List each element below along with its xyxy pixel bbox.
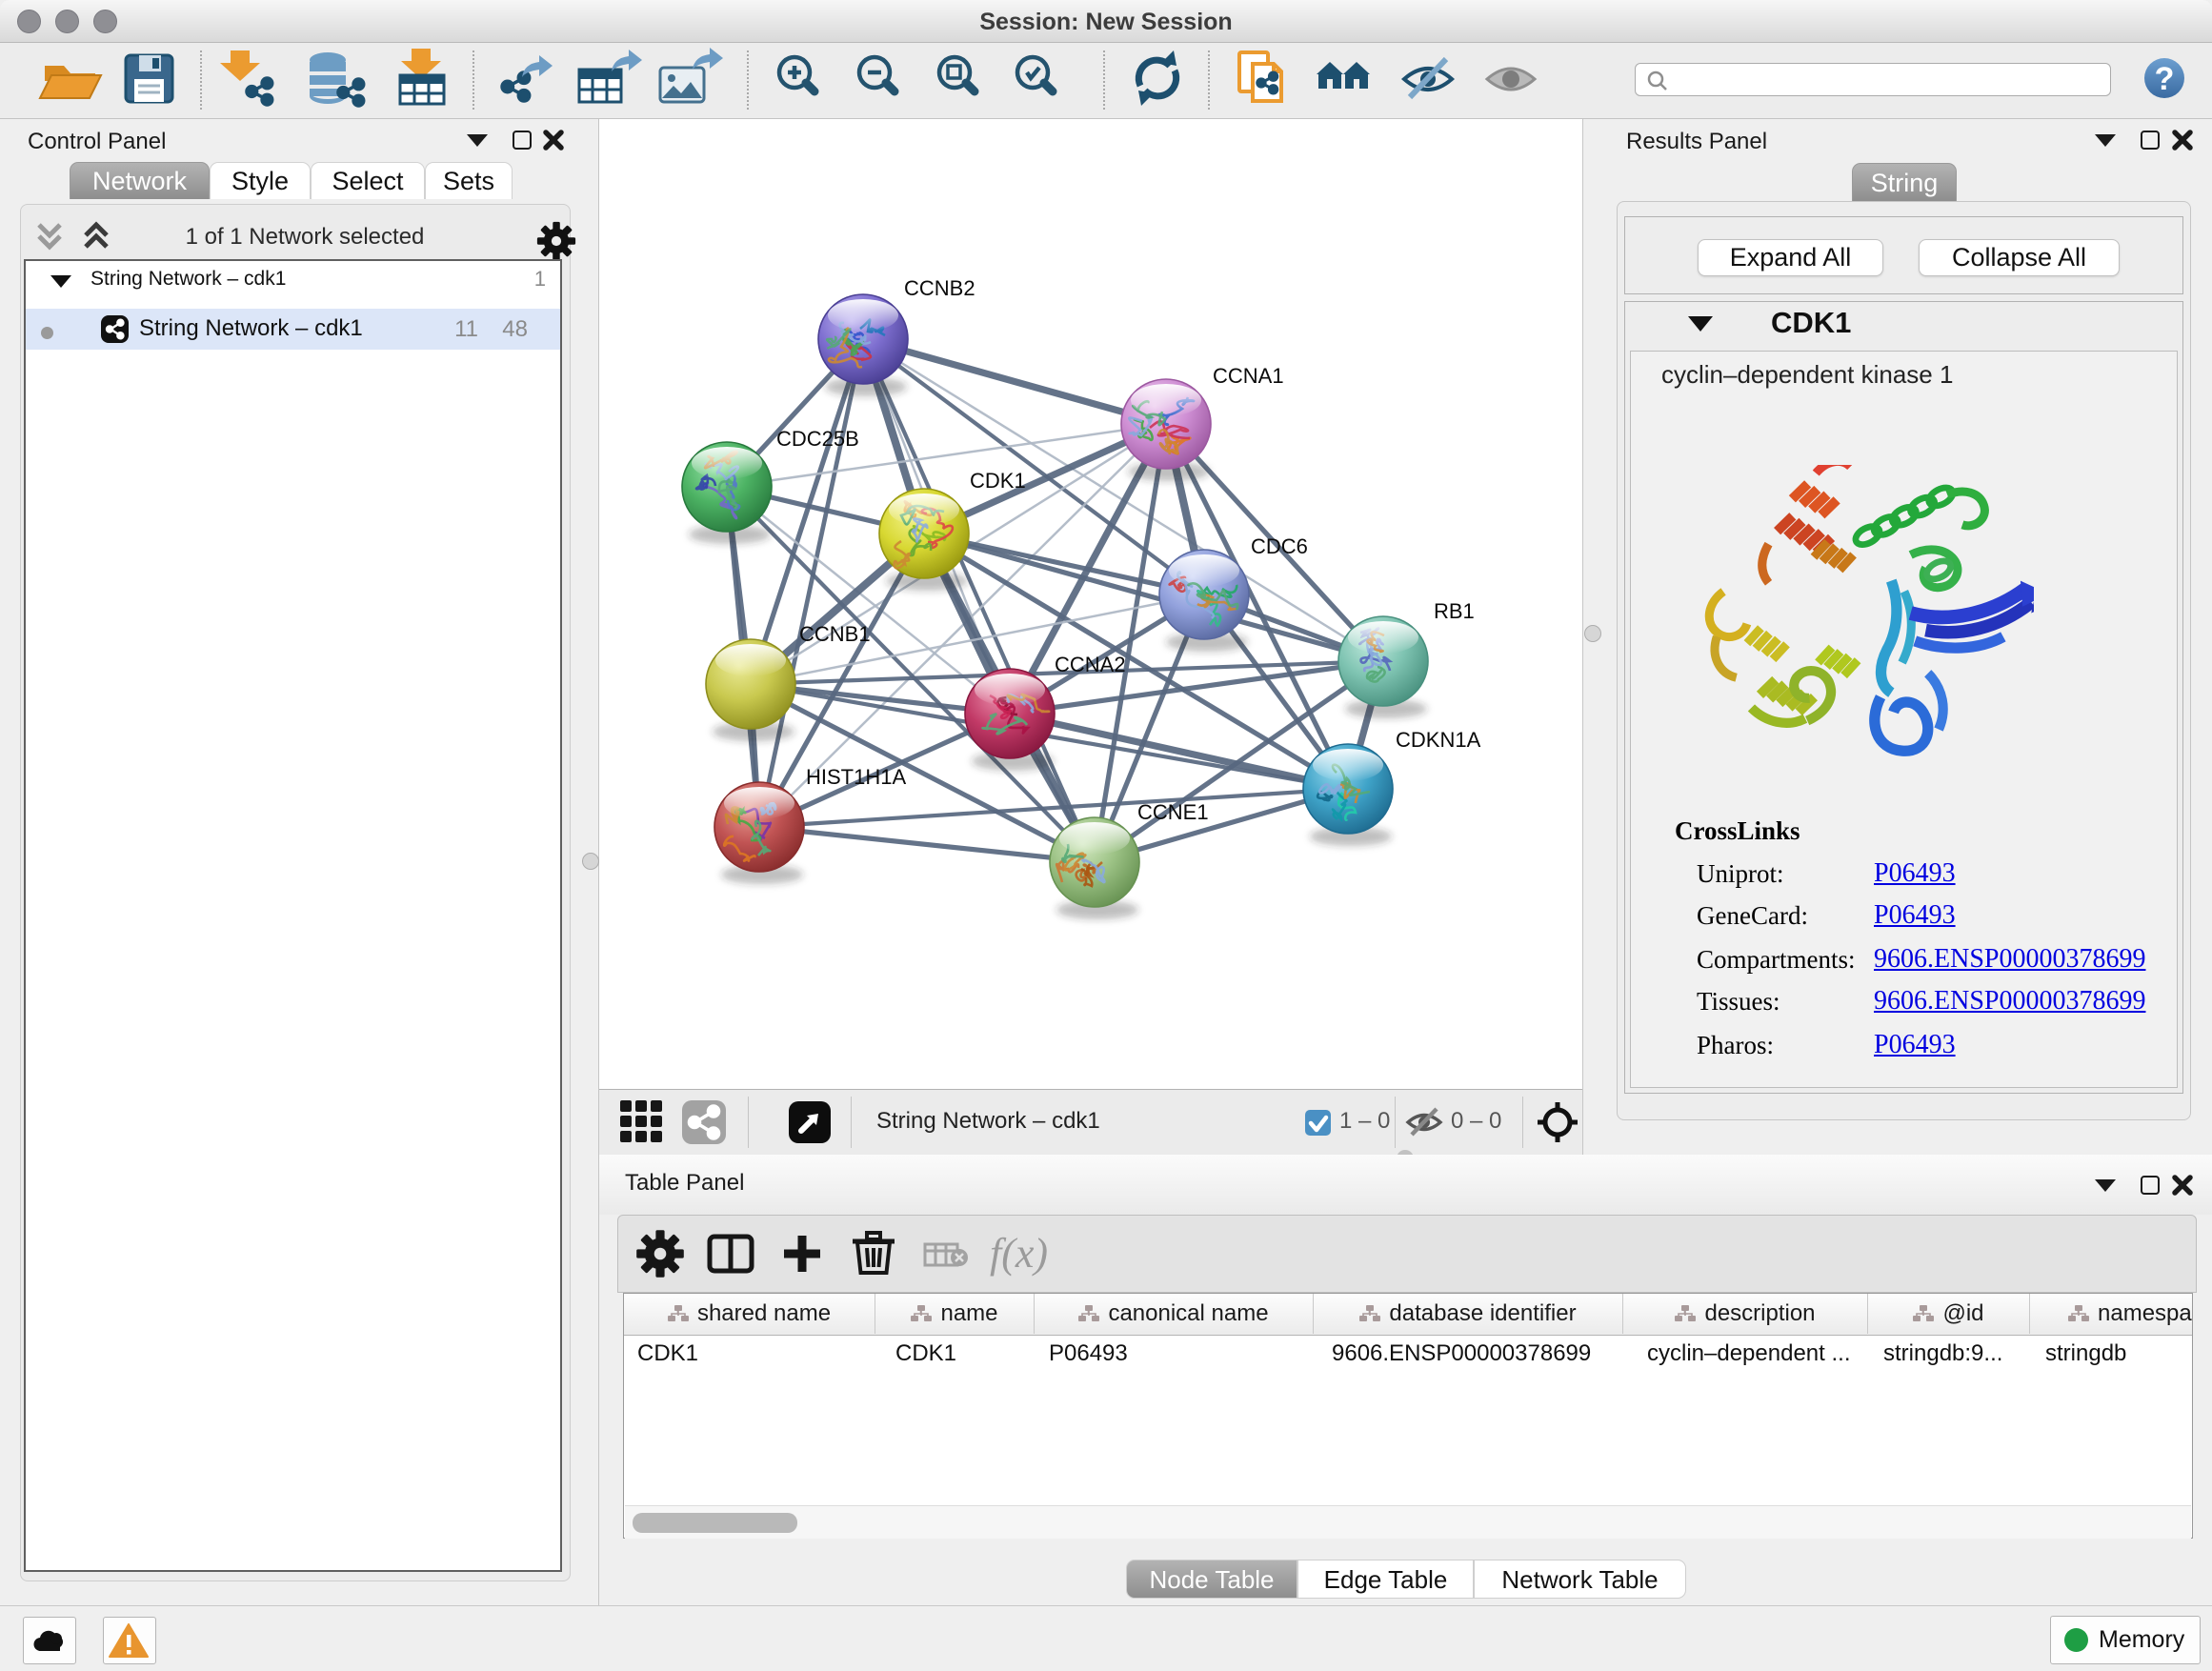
svg-text:CCNA2: CCNA2 bbox=[1055, 653, 1126, 676]
svg-text:HIST1H1A: HIST1H1A bbox=[806, 765, 906, 789]
svg-text:CDKN1A: CDKN1A bbox=[1396, 728, 1481, 752]
svg-text:CCNB1: CCNB1 bbox=[799, 622, 871, 646]
svg-text:CDC25B: CDC25B bbox=[776, 427, 859, 451]
svg-text:f(x): f(x) bbox=[990, 1230, 1048, 1277]
svg-text:CCNB2: CCNB2 bbox=[904, 276, 975, 300]
svg-text:CCNA1: CCNA1 bbox=[1213, 364, 1284, 388]
svg-text:CCNE1: CCNE1 bbox=[1137, 800, 1209, 824]
svg-text:CDK1: CDK1 bbox=[970, 469, 1026, 493]
svg-text:CDC6: CDC6 bbox=[1251, 534, 1308, 558]
svg-text:?: ? bbox=[2155, 61, 2175, 97]
svg-text:RB1: RB1 bbox=[1434, 599, 1475, 623]
